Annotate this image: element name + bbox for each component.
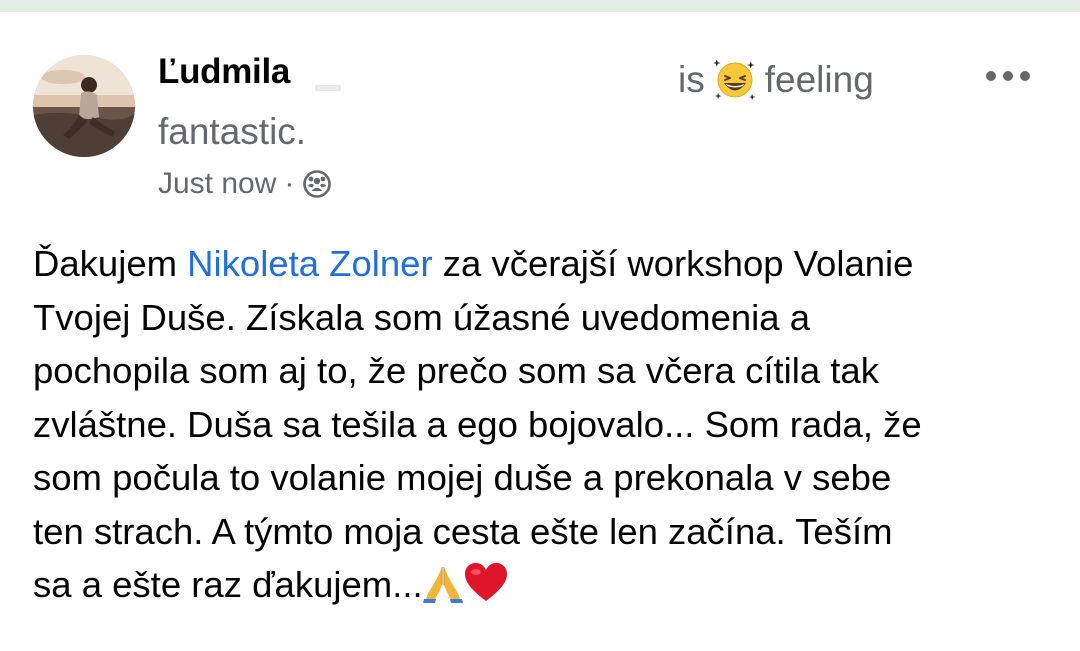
author-name[interactable]: Ľudmila xyxy=(158,52,290,92)
status-bar-strip xyxy=(0,0,1080,12)
post-meta: Just now · xyxy=(158,167,332,201)
mention-link[interactable]: Nikoleta Zolner xyxy=(187,243,432,284)
post-text-segment: sa a ešte raz ďakujem... xyxy=(33,564,423,605)
feed-post: Ľudmila is feeling fantastic. Just now · xyxy=(0,12,1080,651)
post-text: Ďakujem Nikoleta Zolner za včerajší work… xyxy=(33,237,1063,612)
post-text-line: Ďakujem Nikoleta Zolner za včerajší work… xyxy=(33,237,1063,291)
post-text-segment: Ďakujem xyxy=(33,243,188,284)
activity-state: fantastic. xyxy=(158,111,307,152)
avatar[interactable] xyxy=(33,55,135,157)
post-text-line: pochopila som aj to, že prečo som sa vče… xyxy=(33,350,879,391)
activity-prefix: is xyxy=(678,59,705,100)
post-timestamp[interactable]: Just now xyxy=(158,167,276,201)
folded-hands-emoji-icon xyxy=(422,563,463,603)
more-options-button[interactable] xyxy=(980,64,1036,88)
post-text-line: Tvojej Duše. Získala som úžasné uvedomen… xyxy=(33,296,811,338)
post-text-line: som počula to volanie mojej duše a preko… xyxy=(33,457,892,498)
activity-word: feeling xyxy=(764,59,874,100)
post-text-line: sa a ešte raz ďakujem... xyxy=(33,558,1063,612)
redacted-surname xyxy=(315,85,341,91)
post-text-line: zvláštne. Duša sa tešila a ego bojovalo.… xyxy=(33,403,922,445)
grinning-squinting-face-emoji-icon xyxy=(712,58,757,102)
friends-audience-icon[interactable] xyxy=(302,169,332,199)
post-text-segment: za včerajší workshop Volanie xyxy=(432,243,914,284)
more-options-icon xyxy=(986,71,1030,81)
post-text-line: ten strach. A týmto moja cesta ešte len … xyxy=(33,510,893,552)
activity-line: is feeling xyxy=(678,58,874,102)
meta-separator: · xyxy=(284,167,295,200)
red-heart-emoji-icon xyxy=(463,561,509,603)
